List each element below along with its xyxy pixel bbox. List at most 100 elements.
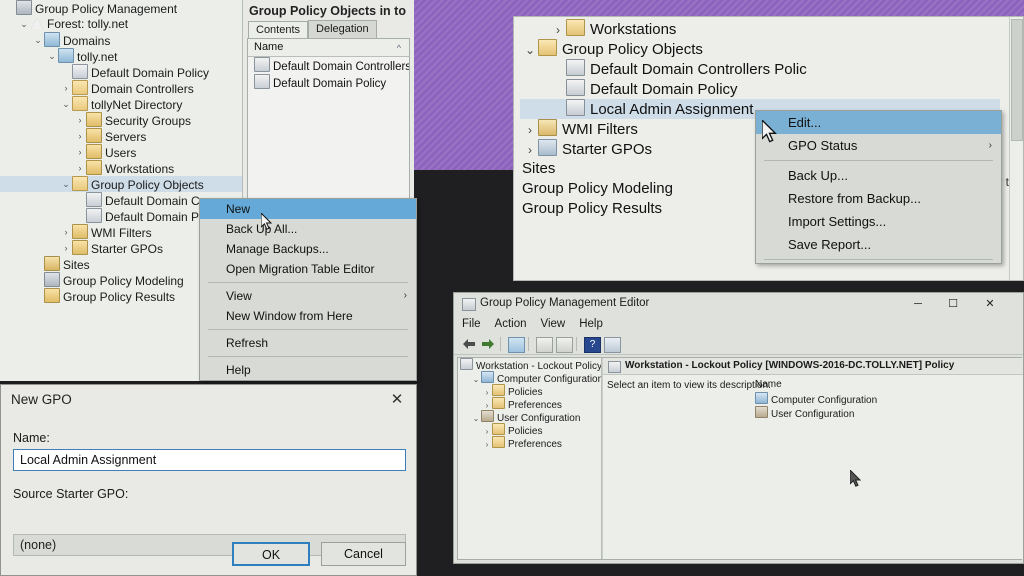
gpmc-list-row[interactable]: Default Domain Controllers Polic (248, 57, 409, 74)
tree-twisty-icon[interactable]: ⌄ (60, 176, 72, 192)
menu-item[interactable]: Restore from Backup... (756, 187, 1001, 210)
gpmc-tree-item[interactable]: › Workstations (0, 160, 242, 176)
cancel-button[interactable]: Cancel (321, 542, 406, 566)
close-icon[interactable]: ✕ (386, 385, 408, 414)
menu-item[interactable]: New (200, 199, 416, 219)
gpmc-overlay-item[interactable]: Default Domain Policy (520, 79, 1000, 99)
tree-twisty-icon[interactable]: › (74, 112, 86, 128)
menu-help[interactable]: Help (579, 315, 603, 334)
back-arrow-icon[interactable] (462, 337, 477, 351)
tab-contents[interactable]: Contents (248, 21, 309, 39)
gpmc-overlay-item[interactable]: ⌄ Group Policy Objects (520, 39, 1000, 59)
editor-tree-root[interactable]: Workstation - Lockout Policy [V (458, 358, 601, 372)
tree-twisty-icon[interactable]: › (482, 438, 492, 451)
tree-twisty-icon[interactable]: ⌄ (522, 40, 538, 60)
gpmc-list-rows[interactable]: Default Domain Controllers Polic Default … (248, 57, 409, 91)
gpmc-tree-item[interactable]: › Servers (0, 128, 242, 144)
tree-twisty-icon[interactable]: › (60, 80, 72, 96)
menu-item[interactable]: New Window from Here (200, 306, 416, 326)
editor-name-item-label: Computer Configuration (771, 395, 878, 406)
gpmc-overlay-item[interactable]: › Workstations (520, 19, 1000, 39)
tree-twisty-icon[interactable]: › (522, 120, 538, 140)
editor-tree-item[interactable]: ⌄ User Configuration (458, 410, 601, 425)
gpmc-overlay-item-label: Default Domain Policy (590, 81, 738, 98)
gpmc-tree-item[interactable]: ⌄ Domains (0, 32, 242, 48)
folder2-icon (86, 128, 102, 143)
tree-twisty-icon[interactable]: › (74, 160, 86, 176)
tree-twisty-icon[interactable]: › (522, 140, 538, 160)
menu-item[interactable]: View › (200, 286, 416, 306)
gpmc-list-row[interactable]: Default Domain Policy (248, 74, 409, 91)
tree-twisty-icon[interactable]: › (550, 20, 566, 40)
gpo-item-context-menu[interactable]: Edit... GPO Status › Back Up... Restore from… (755, 110, 1002, 264)
gpmc-tree-item[interactable]: ⌄ Group Policy Objects (0, 176, 242, 192)
help-icon[interactable]: ? (584, 337, 601, 353)
editor-menubar[interactable]: File Action View Help (454, 315, 1023, 334)
gpmc-tree-item[interactable]: ⌄ tolly.net (0, 48, 242, 64)
tree-twisty-icon[interactable]: ⌄ (60, 96, 72, 112)
tab-delegation[interactable]: Delegation (308, 20, 377, 38)
minimize-button[interactable]: ─ (903, 293, 933, 315)
editor-tree-item[interactable]: › Preferences (458, 397, 601, 411)
menu-item[interactable]: Edit... (756, 111, 1001, 134)
forward-arrow-icon[interactable] (480, 337, 495, 351)
tree-twisty-icon[interactable]: ⌄ (471, 373, 481, 386)
refresh-icon[interactable] (604, 337, 621, 353)
editor-name-item[interactable]: User Configuration (755, 406, 877, 420)
scrollbar-thumb[interactable] (1011, 19, 1023, 141)
gpmc-overlay-item-label: Default Domain Controllers Polic (590, 61, 807, 78)
ok-button[interactable]: OK (232, 542, 310, 566)
gpmc-tabstrip[interactable]: Contents Delegation (248, 20, 414, 39)
tree-twisty-icon[interactable]: › (74, 144, 86, 160)
editor-tree-rows[interactable]: ⌄ Computer Configuration › Policies › Prefere… (458, 371, 601, 451)
menu-item[interactable]: Back Up... (756, 164, 1001, 187)
menu-view[interactable]: View (541, 315, 566, 334)
properties-icon[interactable] (536, 337, 553, 353)
tree-twisty-icon[interactable]: ⌄ (18, 16, 30, 32)
tree-twisty-icon[interactable]: ⌄ (46, 48, 58, 64)
gpmc-tree-item[interactable]: ⌄ Forest: tolly.net (0, 16, 242, 32)
tree-twisty-icon[interactable]: ⌄ (471, 412, 481, 425)
gpmc-tree-item[interactable]: ⌄ tollyNet Directory (0, 96, 242, 112)
menu-item[interactable]: Refresh (200, 333, 416, 353)
editor-name-item[interactable]: Computer Configuration (755, 392, 877, 406)
menu-item[interactable]: Help (200, 360, 416, 380)
export-list-icon[interactable] (556, 337, 573, 353)
menu-file[interactable]: File (462, 315, 481, 334)
gpmc-tree-item[interactable]: › Domain Controllers (0, 80, 242, 96)
menu-item[interactable]: Save Report... (756, 233, 1001, 256)
menu-item[interactable]: GPO Status › (756, 134, 1001, 157)
tree-twisty-icon[interactable]: › (60, 240, 72, 256)
tree-twisty-icon[interactable]: › (74, 128, 86, 144)
editor-tree-item[interactable]: ⌄ Computer Configuration (458, 371, 601, 386)
close-button[interactable]: ✕ (975, 293, 1005, 315)
gpmc-overlay-item[interactable]: Default Domain Controllers Polic (520, 59, 1000, 79)
menu-item[interactable]: Manage Backups... (200, 239, 416, 259)
gpmc-overlay-item-label: Group Policy Results (522, 200, 663, 217)
gpmc-tree-item[interactable]: › Security Groups (0, 112, 242, 128)
gpmc-tree-item-label: Group Policy Modeling (63, 274, 184, 288)
menu-item-label: Help (226, 363, 251, 377)
editor-toolbar[interactable]: ? (454, 334, 1023, 355)
gpmc-list-column-header[interactable]: Name ^ (248, 39, 409, 57)
gpo-name-input[interactable]: Local Admin Assignment (13, 449, 406, 471)
menu-item[interactable]: Import Settings... (756, 210, 1001, 233)
menu-item[interactable]: Back Up All... (200, 219, 416, 239)
editor-navigation-tree[interactable]: Workstation - Lockout Policy [V ⌄ Compute… (458, 358, 602, 559)
menu-item[interactable]: Open Migration Table Editor (200, 259, 416, 279)
editor-tree-item[interactable]: › Preferences (458, 436, 601, 451)
editor-name-column[interactable]: Name Computer Configuration User Configur… (755, 378, 877, 420)
tree-twisty-icon[interactable]: › (60, 224, 72, 240)
overlay-vertical-scrollbar[interactable] (1009, 17, 1023, 280)
gpmc-tree-item[interactable]: Default Domain Policy (0, 64, 242, 80)
editor-name-column-items[interactable]: Computer Configuration User Configuration (755, 392, 877, 420)
show-hide-tree-icon[interactable] (508, 337, 525, 353)
editor-name-column-header[interactable]: Name (755, 378, 877, 392)
menu-action[interactable]: Action (495, 315, 527, 334)
gpmc-tree-item[interactable]: Group Policy Management (0, 0, 242, 16)
gpo-container-context-menu[interactable]: New Back Up All... Manage Backups... Open M… (199, 198, 417, 381)
gpmc-tree-item[interactable]: › Users (0, 144, 242, 160)
maximize-button[interactable]: ☐ (938, 293, 968, 315)
folder-icon (492, 397, 505, 409)
tree-twisty-icon[interactable]: ⌄ (32, 32, 44, 48)
